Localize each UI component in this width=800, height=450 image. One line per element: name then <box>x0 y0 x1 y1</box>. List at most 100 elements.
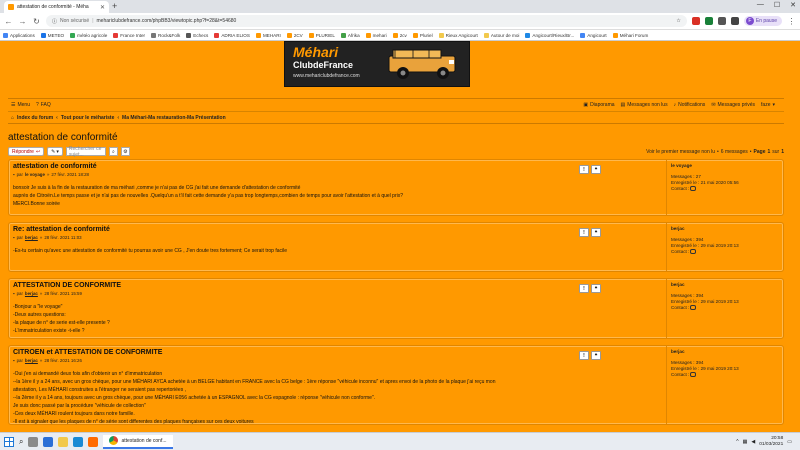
bookmark-favicon-icon <box>392 32 398 38</box>
report-button[interactable]: ! <box>579 351 589 360</box>
bookmark-item[interactable]: MEHARI <box>255 32 281 38</box>
volume-icon[interactable]: ◀ <box>751 439 755 445</box>
speech-bubble-icon[interactable] <box>690 372 697 378</box>
faq-link[interactable]: ? FAQ <box>36 102 51 108</box>
breadcrumb-category[interactable]: Tout pour le méhariste <box>61 115 115 121</box>
diaporama-link[interactable]: ▣ Diaporama <box>583 102 614 108</box>
reload-icon[interactable]: ↻ <box>32 17 41 26</box>
close-tab-icon[interactable]: ✕ <box>100 4 105 11</box>
bookmark-item[interactable]: Echecs <box>186 32 208 38</box>
post-title[interactable]: attestation de conformité <box>13 163 663 170</box>
profile-username[interactable]: berjac <box>671 282 780 288</box>
topic-tools-button[interactable]: ✎ ▾ <box>47 147 63 156</box>
bookmark-item[interactable]: Rock&Folk <box>151 32 180 38</box>
post-title[interactable]: CITROEN et ATTESTATION DE CONFORMITE <box>13 349 663 356</box>
extension-green-icon[interactable] <box>704 17 713 25</box>
report-button[interactable]: ! <box>579 284 589 293</box>
bookmark-item[interactable]: 2cv <box>392 32 407 38</box>
post-author[interactable]: berjac <box>25 235 38 240</box>
windows-taskbar: ⌕ attestation de conf... ^ ▦ ◀ 20:58 01/… <box>0 432 800 450</box>
orange-app-icon[interactable] <box>88 436 99 447</box>
search-button[interactable]: ⌕ <box>108 147 118 156</box>
search-icon[interactable]: ⌕ <box>19 437 23 447</box>
bookmark-item[interactable]: Autour de moi <box>483 32 519 38</box>
topic-title[interactable]: attestation de conformité <box>8 132 118 143</box>
bookmark-label: France Inter <box>120 32 146 38</box>
profile-username[interactable]: berjac <box>671 226 780 232</box>
url-field[interactable]: ⓘ Non sécurisé | mehariclubdefrance.com/… <box>46 15 687 27</box>
reply-button[interactable]: Répondre ↩ <box>8 147 45 156</box>
site-logo[interactable]: Méhari ClubdeFrance www.mehariclubdefran… <box>284 41 470 87</box>
profile-username[interactable]: berjac <box>671 349 780 355</box>
nav-links-row: ☰ Menu ? FAQ ▣ Diaporama ▤ Messages non lus … <box>8 99 784 111</box>
folder-icon[interactable] <box>58 436 69 447</box>
task-view-icon[interactable] <box>28 436 39 447</box>
advanced-search-button[interactable]: ⚙ <box>120 147 130 156</box>
browser-menu-icon[interactable]: ⋮ <box>787 17 796 26</box>
bookmark-favicon-icon <box>186 32 192 38</box>
start-icon[interactable] <box>4 436 14 447</box>
bookmark-item[interactable]: Angicourt <box>580 32 607 38</box>
bookmark-item[interactable]: Afrika <box>340 32 360 38</box>
bookmark-item[interactable]: mehari <box>365 32 387 38</box>
quote-button[interactable]: ❝ <box>591 351 601 360</box>
breadcrumb-forum[interactable]: Ma Méhari-Ma restauration-Ma Présentatio… <box>122 115 226 121</box>
logo-url: www.mehariclubdefrance.com <box>293 73 360 79</box>
first-unread-link[interactable]: Voir le premier message non lu <box>646 149 715 155</box>
network-icon[interactable]: ▦ <box>743 439 748 445</box>
bookmark-item[interactable]: METEO <box>40 32 64 38</box>
bookmark-item[interactable]: météo agricole <box>70 32 108 38</box>
minimize-icon[interactable]: — <box>757 1 764 9</box>
bookmark-star-icon[interactable]: ☆ <box>676 18 680 24</box>
post-author[interactable]: le voyage <box>25 172 45 177</box>
bookmark-item[interactable]: France Inter <box>113 32 146 38</box>
bookmark-item[interactable]: 2CV <box>286 32 303 38</box>
post-title[interactable]: Re: attestation de conformité <box>13 226 663 233</box>
notification-center-icon[interactable]: ▭ <box>787 439 792 445</box>
bookmark-item[interactable]: Pluriel <box>412 32 433 38</box>
chrome-task-button[interactable]: attestation de conf... <box>103 434 173 449</box>
extension-red-icon[interactable] <box>691 17 700 25</box>
forward-icon[interactable]: → <box>18 17 27 26</box>
speech-bubble-icon[interactable] <box>690 249 697 255</box>
notifications-link[interactable]: ♪ Notifications <box>674 102 706 108</box>
bookmark-label: météo agricole <box>77 32 108 38</box>
bookmark-item[interactable]: Rieux Angicourt <box>438 32 478 38</box>
new-tab-icon[interactable]: + <box>112 1 117 11</box>
post-author[interactable]: berjac <box>25 358 38 363</box>
post-author[interactable]: berjac <box>25 291 38 296</box>
back-icon[interactable]: ← <box>4 17 13 26</box>
store-icon[interactable] <box>73 436 84 447</box>
bookmark-item[interactable]: PLURIEL <box>308 32 335 38</box>
speech-bubble-icon[interactable] <box>690 186 697 192</box>
bookmark-item[interactable]: ADRIA ELIOS <box>214 32 250 38</box>
report-button[interactable]: ! <box>579 165 589 174</box>
extension-dark-icon[interactable] <box>730 17 739 25</box>
quote-button[interactable]: ❝ <box>591 228 601 237</box>
report-button[interactable]: ! <box>579 228 589 237</box>
extension-gray-icon[interactable] <box>717 17 726 25</box>
bookmark-item[interactable]: Applications <box>3 32 35 38</box>
quote-button[interactable]: ❝ <box>591 165 601 174</box>
maximize-icon[interactable]: ☐ <box>774 1 780 9</box>
private-messages-link[interactable]: ✉ Messages privés <box>711 102 755 108</box>
speech-bubble-icon[interactable] <box>690 305 697 311</box>
clock[interactable]: 20:58 01/03/2021 <box>759 436 783 448</box>
breadcrumb-index[interactable]: Index du forum <box>17 115 53 121</box>
tray-chevron-icon[interactable]: ^ <box>736 439 738 445</box>
browser-tab-active[interactable]: attestation de conformité - Méha ✕ <box>4 1 109 13</box>
menu-link[interactable]: ☰ Menu <box>11 102 30 108</box>
topic-search-input[interactable]: Rechercher ce sujet... <box>65 146 106 158</box>
bookmark-item[interactable]: Méhari Forum <box>612 32 648 38</box>
quote-button[interactable]: ❝ <box>591 284 601 293</box>
mehari-car-icon <box>388 49 456 79</box>
unread-link[interactable]: ▤ Messages non lus <box>621 102 668 108</box>
profile-username[interactable]: le voyage <box>671 163 780 169</box>
bookmark-label: Afrika <box>347 32 360 38</box>
close-window-icon[interactable]: ✕ <box>790 1 796 9</box>
profile-button[interactable]: F En pause <box>743 16 782 26</box>
bookmark-item[interactable]: Angicourt/Rieux/Br... <box>525 32 574 38</box>
user-menu[interactable]: faze ▾ <box>761 102 775 108</box>
edge-icon[interactable] <box>43 436 54 447</box>
post-title[interactable]: ATTESTATION DE CONFORMITE <box>13 282 663 289</box>
